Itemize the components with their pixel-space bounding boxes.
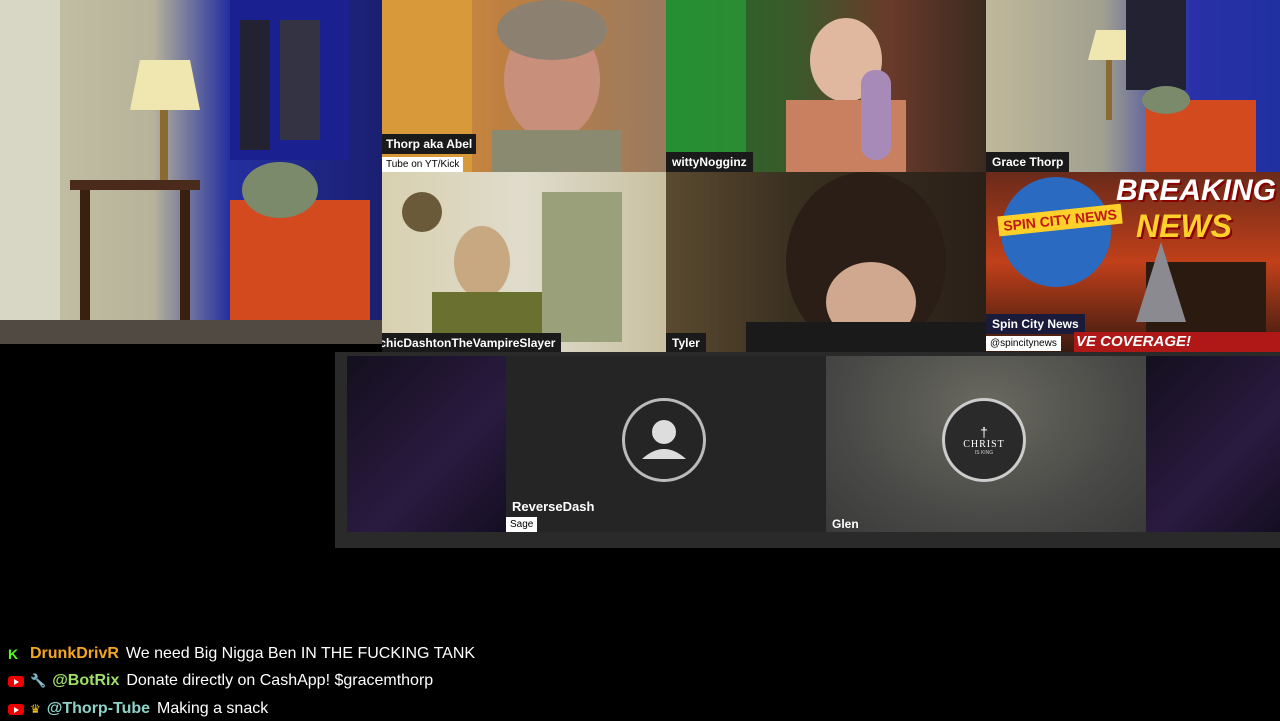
- participant-video: [402, 192, 622, 352]
- participant-video: [1088, 0, 1256, 172]
- participant-name: Tyler: [666, 333, 706, 352]
- avatar-text-line2: IS KING: [974, 449, 994, 456]
- wrench-icon: 🔧: [30, 673, 47, 688]
- avatar-text-line1: CHRIST: [963, 438, 1005, 450]
- news-ticker: VE COVERAGE!: [1074, 332, 1280, 352]
- youtube-icon: [8, 703, 24, 715]
- user-placeholder-icon: [642, 420, 686, 459]
- participant-subtitle: @spincitynews: [986, 336, 1061, 351]
- participant-name: PsychicDashtonTheVampireSlayer: [382, 333, 562, 352]
- room-scene: [0, 0, 382, 344]
- participant-video: [746, 172, 986, 352]
- participant-name: wittyNogginz: [666, 152, 753, 172]
- youtube-icon: [8, 675, 24, 687]
- chat-message: ♛ @Thorp-Tube Making a snack: [8, 697, 268, 721]
- participant-name: Spin City News: [986, 314, 1085, 334]
- crown-icon: ♛: [30, 702, 41, 716]
- video-tile-thorp[interactable]: Thorp aka Abel Tube on YT/Kick: [382, 0, 666, 172]
- purple-tile-right: [1146, 356, 1280, 532]
- participant-name: ReverseDash: [512, 499, 595, 514]
- chat-text: Donate directly on CashApp! $gracemthorp: [126, 672, 434, 689]
- participant-subtitle: Sage: [506, 517, 538, 532]
- chat-username: @BotRix: [52, 672, 120, 689]
- video-tile-spin-city-news[interactable]: SPIN CITY NEWS BREAKING NEWS Spin City N…: [986, 172, 1280, 352]
- chat-text: Making a snack: [157, 700, 269, 717]
- chat-text: We need Big Nigga Ben IN THE FUCKING TAN…: [125, 645, 476, 662]
- video-tile-psychicdashton[interactable]: PsychicDashtonTheVampireSlayer: [382, 172, 666, 352]
- video-tile-tyler[interactable]: Tyler: [666, 172, 986, 352]
- news-headline-news: NEWS: [1136, 208, 1232, 244]
- participant-name: Grace Thorp: [986, 152, 1070, 172]
- news-headline-breaking: BREAKING: [1116, 174, 1277, 207]
- video-tile-reversedash[interactable]: ReverseDash Sage: [506, 356, 826, 532]
- kick-icon: K: [8, 646, 19, 662]
- video-tile-room[interactable]: [0, 0, 382, 344]
- participant-name: Glen: [832, 517, 859, 531]
- chat-username: DrunkDrivR: [30, 645, 119, 662]
- chat-message: 🔧 @BotRix Donate directly on CashApp! $g…: [8, 669, 433, 693]
- video-tile-wittynogginz[interactable]: wittyNogginz: [666, 0, 986, 172]
- participant-video: [666, 0, 906, 172]
- cross-icon: †: [980, 423, 988, 440]
- avatar: † CHRIST IS KING: [942, 398, 1026, 482]
- chat-username: @Thorp-Tube: [46, 700, 151, 717]
- participant-name: Thorp aka Abel: [382, 134, 477, 154]
- avatar: [622, 398, 706, 482]
- video-tile-glen[interactable]: † CHRIST IS KING Glen: [826, 356, 1146, 532]
- purple-tile-left: [347, 356, 506, 532]
- chat-message: K DrunkDrivR We need Big Nigga Ben IN TH…: [8, 642, 475, 666]
- gallery-strip: ReverseDash Sage † CHRIST IS KING Glen: [335, 352, 1280, 548]
- participant-subtitle: Tube on YT/Kick: [382, 157, 464, 172]
- video-tile-grace-thorp[interactable]: Grace Thorp: [986, 0, 1280, 172]
